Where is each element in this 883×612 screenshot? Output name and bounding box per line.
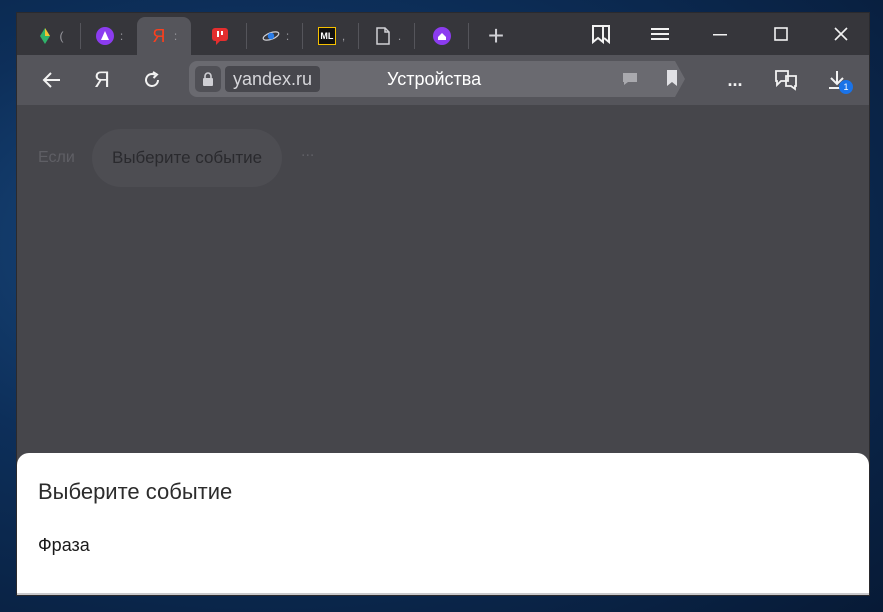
- browser-toolbar: Я yandex.ru Устройства ... 1: [17, 55, 869, 105]
- alice-icon: [95, 27, 114, 45]
- new-tab-button[interactable]: +: [471, 17, 521, 55]
- tab-planet[interactable]: :: [249, 17, 303, 55]
- tab-alice-home[interactable]: [415, 17, 469, 55]
- lock-icon: [203, 72, 213, 86]
- downloads-button[interactable]: 1: [820, 64, 854, 96]
- hamburger-menu-icon: [651, 28, 669, 40]
- protect-button[interactable]: [769, 64, 803, 96]
- yandex-home-button[interactable]: Я: [85, 64, 119, 96]
- menu-button[interactable]: [637, 13, 683, 55]
- browser-window: ( : Я : : ML , . + Я yandex.ru Устройств…: [16, 12, 870, 596]
- tab-strip: ( : Я : : ML , . +: [17, 13, 869, 55]
- event-picker-sheet: Выберите событие Фраза: [17, 453, 869, 595]
- tab-truncated-title: :: [285, 29, 291, 43]
- tab-separator: [302, 23, 303, 49]
- comments-button[interactable]: [621, 70, 639, 93]
- tab-pin[interactable]: (: [23, 17, 77, 55]
- more-ellipsis: ...: [301, 143, 315, 160]
- maximize-icon: [774, 27, 788, 41]
- more-button[interactable]: ...: [718, 64, 752, 96]
- alice-home-icon: [433, 27, 451, 45]
- tab-separator: [246, 23, 247, 49]
- sheet-divider: [17, 593, 869, 595]
- select-event-chip[interactable]: Выберите событие: [92, 129, 283, 187]
- back-button[interactable]: [35, 64, 69, 96]
- site-security-button[interactable]: [195, 66, 221, 92]
- address-bar[interactable]: yandex.ru Устройства: [189, 61, 685, 97]
- event-option-phrase[interactable]: Фраза: [38, 535, 90, 556]
- maximize-button[interactable]: [758, 13, 804, 55]
- reload-icon: [145, 71, 159, 87]
- tab-document[interactable]: .: [361, 17, 415, 55]
- tab-ml[interactable]: ML ,: [305, 17, 359, 55]
- minimize-icon: [713, 34, 727, 36]
- domain-label[interactable]: yandex.ru: [225, 66, 321, 92]
- downloads-count-badge: 1: [839, 80, 853, 94]
- tab-truncated-title: ,: [341, 29, 347, 43]
- yandex-ya-icon: Я: [152, 25, 166, 46]
- tab-alice[interactable]: :: [83, 17, 137, 55]
- page-title[interactable]: Устройства: [387, 61, 481, 97]
- sheet-title: Выберите событие: [38, 479, 233, 504]
- tab-separator: [358, 23, 359, 49]
- pin-logo-icon: [36, 27, 54, 45]
- bookmark-icon: [667, 70, 677, 86]
- collections-icon: [592, 25, 610, 45]
- planet-icon: [262, 27, 280, 45]
- tab-truncated-title: .: [397, 29, 403, 43]
- minimize-button[interactable]: [697, 13, 743, 55]
- close-window-button[interactable]: [818, 13, 864, 55]
- close-icon: [834, 27, 848, 41]
- arrow-left-icon: [42, 72, 60, 88]
- tab-truncated-title: (: [59, 29, 65, 43]
- tab-yandex-active[interactable]: Я :: [137, 17, 191, 55]
- condition-if-label: Если: [38, 149, 75, 166]
- collections-button[interactable]: [578, 13, 624, 55]
- reload-button[interactable]: [135, 64, 169, 96]
- tab-truncated-title: :: [173, 29, 179, 43]
- chat-bubbles-icon: [775, 70, 797, 91]
- red-chat-icon: [211, 27, 229, 45]
- comment-icon: [623, 73, 637, 85]
- tab-separator: [468, 23, 469, 49]
- tab-red-chat[interactable]: [193, 17, 247, 55]
- tab-separator: [80, 23, 81, 49]
- tab-truncated-title: :: [119, 29, 125, 43]
- ml-logo-icon: ML: [317, 27, 336, 45]
- bookmark-button[interactable]: [665, 69, 679, 92]
- document-icon: [374, 27, 392, 45]
